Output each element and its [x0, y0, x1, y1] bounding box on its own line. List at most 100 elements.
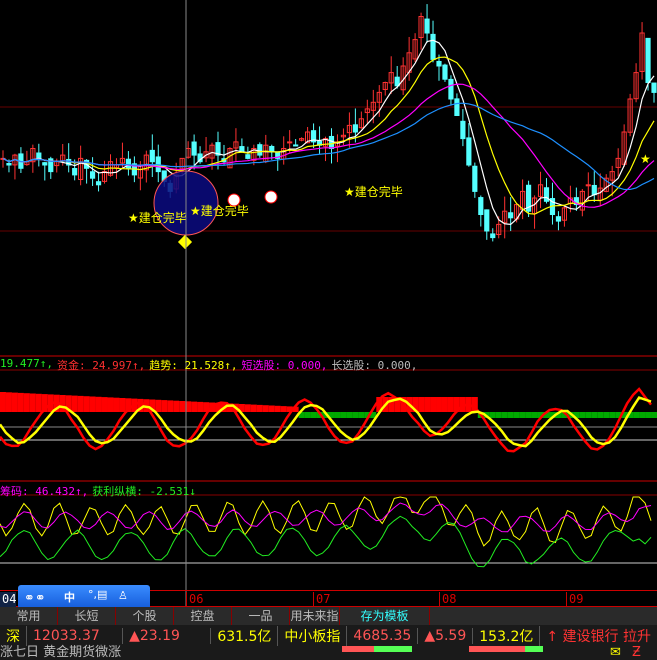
- mail-icon[interactable]: ✉: [610, 646, 621, 660]
- candle-body: [72, 168, 78, 176]
- tab-future-indicator[interactable]: 用未来指标: [290, 607, 340, 625]
- build-position-label: ★建仓完毕: [344, 184, 403, 199]
- index-value: 4685.35: [347, 627, 419, 644]
- capital-bar: [531, 412, 538, 418]
- candle-body: [508, 212, 514, 219]
- candle-body: [430, 33, 436, 60]
- candle-body: [555, 216, 562, 222]
- ind1-value: 19.477↑,: [0, 357, 53, 370]
- capital-bar: [603, 412, 610, 418]
- indicator1-panel: [0, 387, 657, 453]
- capital-bar: [29, 393, 36, 412]
- capital-bar: [639, 412, 646, 418]
- capital-bar: [441, 397, 448, 412]
- date-label: 07: [313, 592, 330, 607]
- date-label: 06: [186, 592, 203, 607]
- capital-bar: [77, 395, 84, 412]
- capital-bar: [280, 406, 287, 412]
- ma30-line: [2, 102, 655, 191]
- capital-bar: [155, 399, 162, 412]
- scrolling-news[interactable]: 涨七日 黄金期货微涨: [0, 645, 121, 660]
- capital-bar: [418, 397, 425, 412]
- candle-body: [36, 152, 42, 159]
- market-name: 深: [0, 625, 27, 646]
- tab-long-short[interactable]: 长短: [58, 607, 116, 625]
- candlestick-panel: ★建仓完毕 ★建仓完毕★建仓完毕★: [0, 4, 657, 250]
- index-volume: 153.2亿: [473, 625, 541, 646]
- candle-body: [125, 158, 132, 169]
- capital-bar: [430, 397, 437, 412]
- capital-bar: [334, 412, 341, 418]
- capital-bar: [633, 412, 640, 418]
- tool-icon[interactable]: ♙: [118, 589, 128, 602]
- stock-chart[interactable]: ★建仓完毕 ★建仓完毕★建仓完毕★: [0, 0, 657, 607]
- capital-bar: [250, 404, 257, 412]
- ma20-line: [2, 83, 655, 208]
- capital-bar: [651, 412, 657, 418]
- capital-bar: [525, 412, 532, 418]
- ind1-long-pick: 长选股: 0.000,: [331, 359, 418, 372]
- capital-bar: [346, 412, 353, 418]
- candle-body: [448, 78, 454, 100]
- capital-bar: [507, 412, 514, 418]
- candle-body: [95, 181, 102, 186]
- capital-bar: [71, 395, 78, 412]
- date-label: 09: [566, 592, 583, 607]
- capital-bar: [585, 412, 592, 418]
- capital-bar: [489, 412, 496, 418]
- capital-bar: [358, 412, 365, 418]
- capital-bar: [35, 393, 42, 412]
- candle-body: [352, 124, 358, 133]
- candle-body: [293, 144, 299, 147]
- build-position-label: ★: [640, 152, 651, 166]
- indicator1-header: 19.477↑, 资金: 24.997↑, 趋势: 21.528↑, 短选股: …: [0, 357, 417, 373]
- capital-bar: [513, 412, 520, 418]
- indicator2-header: 筹码: 46.432↑, 获利纵横: -2.531↓: [0, 483, 196, 499]
- capital-bar: [119, 398, 126, 412]
- keyboard-icon[interactable]: °,▤: [88, 588, 107, 601]
- capital-bar: [591, 412, 598, 418]
- ime-chinese-button[interactable]: 中: [64, 589, 75, 605]
- candle-body: [436, 60, 442, 67]
- tab-common[interactable]: 常用: [0, 607, 58, 625]
- capital-bar: [495, 412, 502, 418]
- candle-body: [269, 145, 275, 153]
- ind2-chips: 筹码: 46.432↑,: [0, 485, 89, 498]
- build-position-label: ★建仓完毕: [128, 210, 187, 225]
- tab-yipin[interactable]: 一品: [232, 607, 290, 625]
- candle-body: [645, 37, 651, 83]
- capital-bar: [11, 392, 18, 412]
- capital-bar: [424, 397, 431, 412]
- alert-icon[interactable]: Ƶ: [632, 646, 641, 660]
- capital-bar: [256, 404, 263, 412]
- candle-body: [287, 141, 293, 144]
- tab-control[interactable]: 控盘: [174, 607, 232, 625]
- smiley-icon: [227, 193, 241, 207]
- capital-bar: [436, 397, 442, 412]
- ma5-line: [2, 39, 655, 226]
- candle-body: [460, 120, 466, 140]
- capital-bar: [262, 405, 269, 412]
- capital-bar: [645, 412, 652, 418]
- date-start: 04: [0, 592, 17, 607]
- tab-save-template[interactable]: 存为模板: [340, 607, 430, 625]
- candle-body: [149, 149, 155, 163]
- candle-body: [543, 187, 550, 202]
- capital-bar: [17, 392, 24, 412]
- capital-bar: [95, 396, 102, 412]
- capital-bar: [23, 393, 30, 412]
- indicator2-panel: [0, 496, 652, 568]
- news-ticker[interactable]: ↑ 建设银行 拉升: [540, 626, 657, 646]
- tab-stock[interactable]: 个股: [116, 607, 174, 625]
- capital-bar: [5, 392, 12, 412]
- capital-bar: [579, 412, 586, 418]
- breadth-indicator: [300, 646, 450, 660]
- candle-body: [328, 135, 335, 149]
- market-ticker: 深 12033.37 ▲23.19 631.5亿 中小板指 4685.35 ▲5…: [0, 625, 657, 646]
- candle-body: [466, 137, 472, 166]
- smiley-icon: [264, 190, 278, 204]
- capital-bar: [310, 412, 317, 418]
- market-name: 中小板指: [278, 625, 348, 646]
- build-position-label: ★建仓完毕: [190, 203, 249, 218]
- candle-body: [484, 209, 490, 232]
